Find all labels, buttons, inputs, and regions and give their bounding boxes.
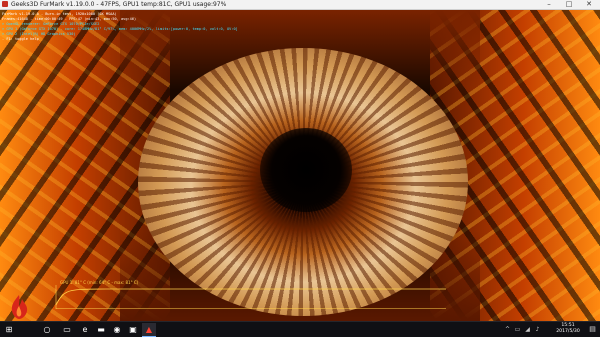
file-explorer-icon[interactable]: ▬ xyxy=(94,323,108,336)
tray-volume-icon[interactable]: ♪ xyxy=(534,325,541,334)
search-icon[interactable]: ○ xyxy=(40,323,54,336)
tray-battery-icon[interactable]: ▭ xyxy=(514,325,521,334)
tray-network-icon[interactable]: ◢ xyxy=(524,325,531,334)
render-viewport[interactable] xyxy=(0,10,600,321)
windows-taskbar: ⊞ ○ ▭ e ▬ ◉ ▣ ▲ ^ ▭ ◢ ♪ 15:51 2017/5/30 … xyxy=(0,321,600,337)
window-title: Geeks3D FurMark v1.19.0.0 - 47FPS, GPU1 … xyxy=(11,1,227,8)
tray-chevron-icon[interactable]: ^ xyxy=(504,325,511,334)
osd-overlay: FurMark v1.19.0.0 - Burn-in test, 1920x1… xyxy=(2,12,238,42)
start-icon[interactable]: ⊞ xyxy=(2,323,16,336)
fur-donut-hole xyxy=(260,128,352,212)
task-view-icon[interactable]: ▭ xyxy=(60,323,74,336)
store-icon[interactable]: ▣ xyxy=(126,323,140,336)
clock-date: 2017/5/30 xyxy=(556,329,580,334)
temperature-curve xyxy=(55,288,446,306)
edge-icon[interactable]: e xyxy=(78,323,92,336)
minimize-button[interactable]: – xyxy=(540,0,558,9)
furmark-logo xyxy=(11,295,28,319)
furmark-icon[interactable]: ▲ xyxy=(142,323,156,337)
close-button[interactable]: ✕ xyxy=(580,0,598,9)
maximize-button[interactable]: □ xyxy=(560,0,578,9)
chrome-icon[interactable]: ◉ xyxy=(110,323,124,336)
window-title-bar[interactable]: Geeks3D FurMark v1.19.0.0 - 47FPS, GPU1 … xyxy=(0,0,600,10)
taskbar-clock[interactable]: 15:51 2017/5/30 xyxy=(553,323,583,335)
action-center-icon[interactable]: ▤ xyxy=(588,325,597,334)
furmark-app-icon xyxy=(2,1,8,7)
osd-help-line: - F1: toggle help xyxy=(2,37,39,41)
temperature-graph xyxy=(55,285,446,309)
